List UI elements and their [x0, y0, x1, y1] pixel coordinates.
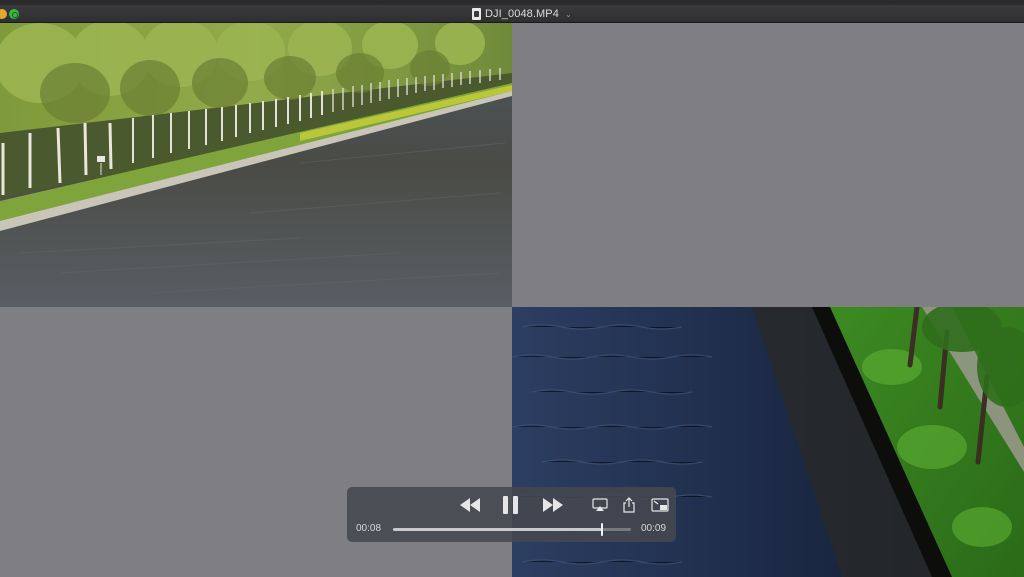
pause-button[interactable] [502, 495, 520, 515]
current-time: 00:08 [356, 523, 382, 534]
video-canvas[interactable]: 00:08 00:09 [0, 23, 1024, 577]
scrubber-progress [393, 528, 603, 531]
picture-in-picture-button[interactable] [651, 498, 669, 512]
airplay-button[interactable] [592, 498, 608, 512]
playback-controls: 00:08 00:09 [347, 487, 676, 542]
window-title[interactable]: DJI_0048.MP4 ⌄ [472, 7, 572, 21]
window-title-bar[interactable]: DJI_0048.MP4 ⌄ [0, 5, 1024, 23]
rewind-button[interactable] [459, 497, 481, 513]
minimize-button[interactable] [0, 9, 7, 19]
movie-document-icon [472, 8, 481, 20]
video-frame-top-right [512, 23, 1024, 307]
end-time: 00:09 [641, 523, 667, 534]
video-frame-top-left [0, 23, 512, 307]
scrubber-playhead[interactable] [601, 523, 604, 536]
share-button[interactable] [622, 497, 636, 513]
fast-forward-button[interactable] [542, 497, 564, 513]
pause-icon [503, 496, 518, 514]
picture-in-picture-icon [651, 498, 669, 512]
fast-forward-icon [543, 498, 563, 512]
scrubber-track[interactable] [393, 523, 631, 536]
rewind-icon [460, 498, 480, 512]
chevron-down-icon[interactable]: ⌄ [565, 10, 572, 19]
share-icon [623, 497, 635, 513]
airplay-icon [592, 498, 608, 511]
window-title-text: DJI_0048.MP4 [485, 8, 559, 20]
fullscreen-button[interactable] [9, 9, 19, 19]
